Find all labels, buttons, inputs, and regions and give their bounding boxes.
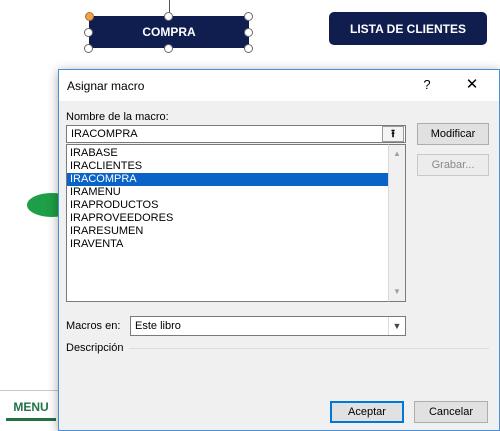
clientes-shape-button[interactable]: LISTA DE CLIENTES <box>329 12 487 45</box>
macro-list-item[interactable]: IRAPROVEEDORES <box>67 212 388 225</box>
resize-handle-bottom[interactable] <box>164 44 173 53</box>
clientes-shape-label: LISTA DE CLIENTES <box>349 21 466 36</box>
resize-handle-top-right[interactable] <box>244 12 253 21</box>
macro-name-input[interactable]: IRACOMPRA <box>66 125 406 143</box>
description-divider <box>129 348 489 349</box>
description-label: Descripción <box>66 342 124 354</box>
dialog-title: Asignar macro <box>67 79 145 93</box>
record-button[interactable]: Grabar... <box>417 154 489 176</box>
chevron-down-icon[interactable]: ▼ <box>388 317 405 335</box>
close-button[interactable]: ✕ <box>459 74 485 96</box>
macro-listbox[interactable]: IRABASE IRACLIENTES IRACOMPRA IRAMENU IRAPRO… <box>66 144 388 302</box>
listbox-scrollbar[interactable]: ▲ ▼ <box>388 144 406 302</box>
resize-handle-bottom-left[interactable] <box>84 44 93 53</box>
macros-in-label: Macros en: <box>66 320 121 332</box>
macro-list-item[interactable]: IRAMENU <box>67 186 388 199</box>
scroll-up-icon[interactable]: ▲ <box>389 147 405 161</box>
resize-handle-bottom-right[interactable] <box>244 44 253 53</box>
assign-macro-dialog: Asignar macro ? ✕ Nombre de la macro: IR… <box>58 69 500 431</box>
rotation-handle[interactable] <box>85 12 94 21</box>
macro-list-item[interactable]: IRARESUMEN <box>67 225 388 238</box>
upload-arrow-icon: ⭱ <box>391 128 395 140</box>
dialog-titlebar: Asignar macro ? ✕ <box>59 70 499 101</box>
cancel-button[interactable]: Cancelar <box>414 401 488 423</box>
macro-list-item[interactable]: IRAVENTA <box>67 238 388 251</box>
sheet-tab-area: MENU <box>0 390 58 431</box>
macro-list-item[interactable]: IRABASE <box>67 147 388 160</box>
macro-name-label: Nombre de la macro: <box>66 111 169 123</box>
sheet-tab-menu[interactable]: MENU <box>6 395 56 421</box>
resize-handle-left[interactable] <box>84 28 93 37</box>
macro-list-item[interactable]: IRACLIENTES <box>67 160 388 173</box>
help-button[interactable]: ? <box>415 74 439 96</box>
macro-list-item[interactable]: IRAPRODUCTOS <box>67 199 388 212</box>
resize-handle-right[interactable] <box>244 28 253 37</box>
accept-button[interactable]: Aceptar <box>330 401 404 423</box>
macros-in-value: Este libro <box>135 320 181 332</box>
collapse-reference-button[interactable]: ⭱ <box>382 126 404 142</box>
compra-shape-label: COMPRA <box>142 25 196 39</box>
scroll-down-icon[interactable]: ▼ <box>389 285 405 299</box>
modify-button[interactable]: Modificar <box>417 123 489 145</box>
macros-in-select[interactable]: Este libro ▼ <box>130 316 406 336</box>
macro-list-item[interactable]: IRACOMPRA <box>67 173 388 186</box>
resize-handle-top[interactable] <box>164 12 173 21</box>
